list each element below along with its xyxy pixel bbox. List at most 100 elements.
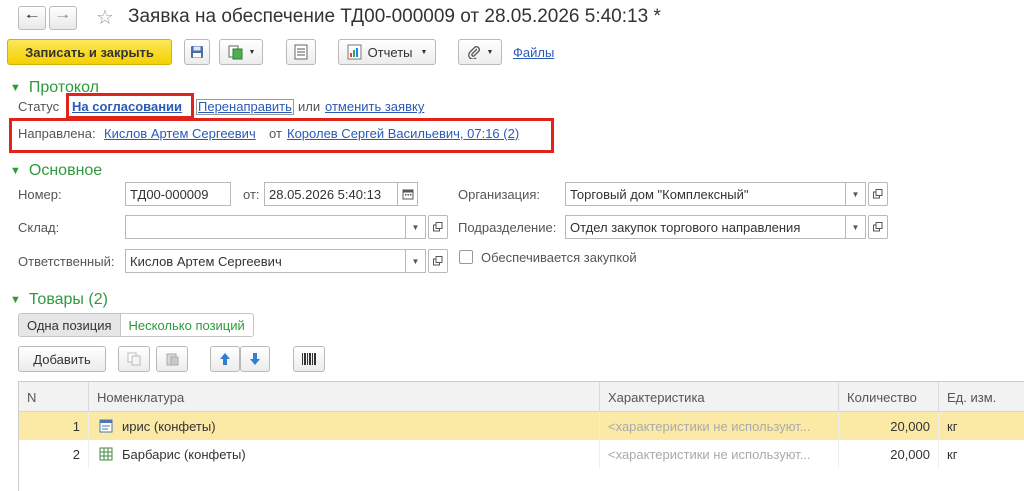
row-nomenclature[interactable]: Барбарис (конфеты) — [89, 440, 600, 468]
purchase-checkbox-label: Обеспечивается закупкой — [481, 250, 637, 265]
row-quantity[interactable]: 20,000 — [839, 440, 939, 468]
move-up-button[interactable] — [210, 346, 240, 372]
files-link[interactable]: Файлы — [513, 45, 554, 60]
row-characteristic: <характеристики не используют... — [600, 412, 839, 440]
chevron-down-icon: ▼ — [248, 48, 256, 56]
cancel-request-link[interactable]: отменить заявку — [325, 99, 424, 114]
row-characteristic: <характеристики не используют... — [600, 440, 839, 468]
row-unit[interactable]: кг — [939, 412, 1024, 440]
copy-button[interactable] — [118, 346, 150, 372]
arrow-up-icon — [220, 353, 230, 365]
purchase-checkbox[interactable] — [459, 250, 473, 264]
chevron-down-icon: ▼ — [420, 48, 428, 56]
column-header-unit[interactable]: Ед. изм. — [939, 382, 1024, 412]
arrow-left-icon: 🠐 — [25, 8, 39, 24]
chevron-down-icon: ▼ — [411, 222, 420, 232]
barcode-icon — [302, 353, 316, 365]
table-row[interactable]: 2 Барбарис (конфеты) <характеристики не … — [19, 440, 1024, 468]
move-down-button[interactable] — [240, 346, 270, 372]
open-window-icon — [873, 222, 883, 232]
organization-dropdown-button[interactable]: ▼ — [846, 182, 866, 206]
responsible-dropdown-button[interactable]: ▼ — [406, 249, 426, 273]
row-number: 2 — [19, 440, 89, 468]
column-header-n[interactable]: N — [19, 382, 89, 412]
table-row[interactable]: 1 ирис (конфеты) <характеристики не испо… — [19, 412, 1024, 440]
or-text: или — [298, 99, 321, 114]
date-field[interactable]: 28.05.2026 5:40:13 — [264, 182, 398, 206]
goods-section-header[interactable]: ▼ Товары (2) — [10, 291, 108, 309]
status-value-link[interactable]: На согласовании — [72, 99, 182, 114]
goods-mode-tabs: Одна позиция Несколько позиций — [18, 313, 254, 337]
save-and-close-button[interactable]: Записать и закрыть — [7, 39, 172, 65]
chevron-down-icon: ▼ — [486, 48, 494, 56]
paste-icon — [166, 353, 179, 366]
add-button[interactable]: Добавить — [18, 346, 106, 372]
status-label: Статус — [18, 99, 60, 114]
organization-open-button[interactable] — [868, 182, 888, 206]
create-based-on-button[interactable]: ▼ — [219, 39, 263, 65]
responsible-open-button[interactable] — [428, 249, 448, 273]
table-header: N Номенклатура Характеристика Количество… — [19, 382, 1024, 412]
warehouse-dropdown-button[interactable]: ▼ — [406, 215, 426, 239]
responsible-field[interactable]: Кислов Артем Сергеевич — [125, 249, 406, 273]
row-unit[interactable]: кг — [939, 440, 1024, 468]
row-number: 1 — [19, 412, 89, 440]
window-title: Заявка на обеспечение ТД00-000009 от 28.… — [128, 6, 661, 27]
barcode-button[interactable] — [293, 346, 325, 372]
tab-multiple-positions[interactable]: Несколько позиций — [120, 314, 253, 336]
product-icon — [99, 419, 113, 433]
reports-label: Отчеты — [367, 44, 413, 60]
sent-from-link[interactable]: Королев Сергей Васильевич, 07:16 (2) — [287, 126, 519, 141]
favorite-star-icon[interactable]: ☆ — [96, 5, 114, 30]
goods-table: N Номенклатура Характеристика Количество… — [18, 381, 1024, 491]
responsible-label: Ответственный: — [18, 254, 115, 269]
document-journal-button[interactable] — [286, 39, 316, 65]
open-window-icon — [433, 222, 443, 232]
arrow-down-icon — [250, 353, 260, 365]
document-create-icon — [228, 45, 243, 60]
chevron-down-icon: ▼ — [851, 189, 860, 199]
redirect-link[interactable]: Перенаправить — [196, 99, 294, 115]
number-field[interactable]: ТД00-000009 — [125, 182, 231, 206]
chevron-down-icon: ▼ — [10, 82, 21, 94]
column-header-nomenclature[interactable]: Номенклатура — [89, 382, 600, 412]
warehouse-label: Склад: — [18, 220, 60, 235]
list-document-icon — [294, 44, 308, 60]
reports-button[interactable]: Отчеты ▼ — [338, 39, 436, 65]
main-section-header[interactable]: ▼ Основное — [10, 162, 102, 180]
calendar-button[interactable] — [398, 182, 418, 206]
sent-to-link[interactable]: Кислов Артем Сергеевич — [104, 126, 256, 141]
row-nomenclature-text: Барбарис (конфеты) — [122, 446, 246, 462]
chevron-down-icon: ▼ — [411, 256, 420, 266]
department-open-button[interactable] — [868, 215, 888, 239]
row-nomenclature[interactable]: ирис (конфеты) — [89, 412, 600, 440]
paperclip-icon — [467, 46, 480, 59]
warehouse-open-button[interactable] — [428, 215, 448, 239]
calendar-icon — [402, 189, 413, 200]
floppy-disk-icon — [191, 46, 203, 58]
date-label: от: — [243, 187, 260, 202]
tab-single-position[interactable]: Одна позиция — [19, 314, 121, 336]
department-field[interactable]: Отдел закупок торгового направления — [565, 215, 846, 239]
paste-button[interactable] — [156, 346, 188, 372]
column-header-quantity[interactable]: Количество — [839, 382, 939, 412]
chevron-down-icon: ▼ — [10, 294, 21, 306]
chevron-down-icon: ▼ — [851, 222, 860, 232]
organization-field[interactable]: Торговый дом "Комплексный" — [565, 182, 846, 206]
chevron-down-icon: ▼ — [10, 165, 21, 177]
product-grid-icon — [99, 447, 113, 461]
open-window-icon — [873, 189, 883, 199]
column-header-characteristic[interactable]: Характеристика — [600, 382, 839, 412]
report-icon — [347, 44, 362, 60]
save-button[interactable] — [184, 39, 210, 65]
department-dropdown-button[interactable]: ▼ — [846, 215, 866, 239]
open-window-icon — [433, 256, 443, 266]
back-button[interactable]: 🠐 — [18, 6, 46, 30]
number-label: Номер: — [18, 187, 62, 202]
warehouse-field[interactable] — [125, 215, 406, 239]
row-nomenclature-text: ирис (конфеты) — [122, 418, 216, 434]
forward-button[interactable]: 🠒 — [49, 6, 77, 30]
attachments-button[interactable]: ▼ — [458, 39, 502, 65]
main-header-label: Основное — [28, 162, 103, 179]
row-quantity[interactable]: 20,000 — [839, 412, 939, 440]
